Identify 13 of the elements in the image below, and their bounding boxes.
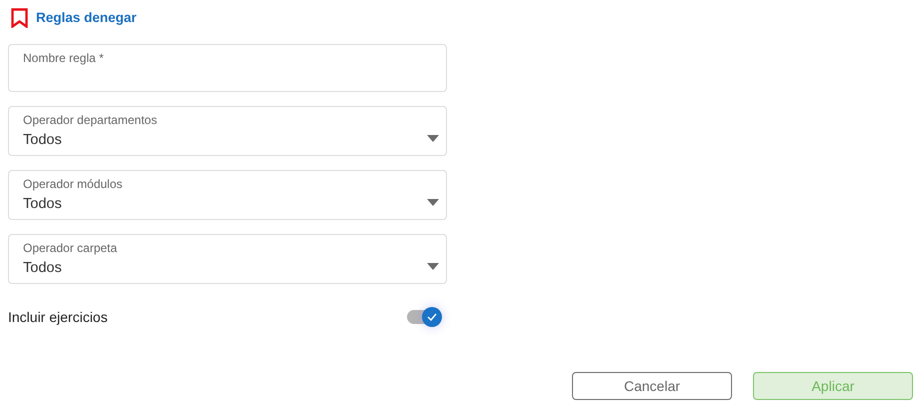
toggle-label: Incluir ejercicios (8, 308, 108, 327)
cancel-button[interactable]: Cancelar (572, 372, 732, 400)
select-field[interactable]: Operador módulos Todos (8, 170, 447, 220)
caret-icon (427, 199, 439, 206)
caret-icon (427, 263, 439, 270)
select-field[interactable]: Operador departamentos Todos (8, 106, 447, 156)
toggle-switch[interactable] (407, 305, 444, 329)
text-field[interactable]: Nombre regla * (8, 44, 447, 92)
section-title: Reglas denegar (36, 8, 137, 27)
select-field[interactable]: Operador carpeta Todos (8, 234, 447, 284)
bookmark-icon (11, 8, 28, 28)
caret-icon (427, 135, 439, 142)
check-icon (427, 313, 437, 321)
